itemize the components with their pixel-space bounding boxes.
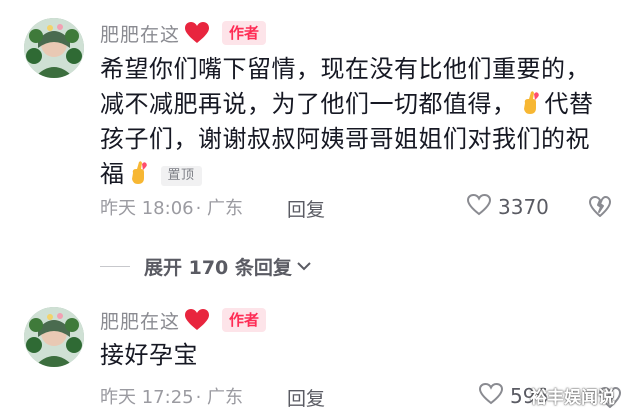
comment-line-part: 减不减肥再说，为了他们一切都值得， bbox=[100, 90, 517, 118]
comment-line-part: 福 bbox=[100, 160, 125, 188]
comment-line: 减不减肥再说，为了他们一切都值得， 代替 bbox=[100, 87, 630, 122]
expand-replies-label[interactable]: 展开 170 条回复 bbox=[144, 253, 292, 280]
heart-outline-icon bbox=[466, 193, 492, 221]
reply-button[interactable]: 回复 bbox=[287, 384, 325, 411]
location: · 广东 bbox=[195, 387, 244, 408]
divider bbox=[100, 265, 130, 267]
like-button[interactable]: 3370 bbox=[466, 193, 549, 221]
finger-heart-icon bbox=[128, 160, 150, 186]
like-count: 3370 bbox=[498, 195, 549, 219]
author-badge: 作者 bbox=[222, 308, 267, 332]
comment-header: 肥肥在这 作者 bbox=[100, 305, 267, 335]
comment-meta: 昨天 18:06 · 广东 bbox=[100, 193, 243, 221]
username[interactable]: 肥肥在这 bbox=[100, 20, 180, 47]
pinned-badge: 置顶 bbox=[160, 166, 202, 186]
comment-header: 肥肥在这 作者 bbox=[100, 18, 267, 48]
comment-line: 希望你们嘴下留情，现在没有比他们重要的， bbox=[100, 55, 590, 83]
comment-text: 希望你们嘴下留情，现在没有比他们重要的， 减不减肥再说，为了他们一切都值得， 代替… bbox=[100, 52, 630, 192]
chevron-down-icon bbox=[296, 257, 312, 276]
username[interactable]: 肥肥在这 bbox=[100, 307, 180, 334]
author-badge: 作者 bbox=[222, 21, 267, 45]
avatar[interactable] bbox=[24, 307, 84, 367]
comment-line: 福 置顶 bbox=[100, 157, 630, 192]
comment-line: 孩子们，谢谢叔叔阿姨哥哥姐姐们对我们的祝 bbox=[100, 125, 590, 153]
heart-icon bbox=[184, 308, 210, 332]
heart-icon bbox=[184, 21, 210, 45]
reply-button[interactable]: 回复 bbox=[287, 195, 325, 222]
comment-text: 接好孕宝 bbox=[100, 341, 198, 369]
watermark: 裕丰娱闻说 bbox=[530, 388, 615, 408]
comment-meta: 昨天 17:25 · 广东 bbox=[100, 382, 243, 410]
location: · 广东 bbox=[195, 198, 244, 219]
timestamp: 昨天 17:25 bbox=[100, 387, 194, 408]
broken-heart-icon[interactable] bbox=[588, 195, 612, 223]
finger-heart-icon bbox=[520, 90, 542, 116]
comment-line-part: 代替 bbox=[544, 90, 594, 118]
timestamp: 昨天 18:06 bbox=[100, 198, 194, 219]
expand-replies[interactable]: 展开 170 条回复 bbox=[100, 251, 312, 281]
heart-outline-icon bbox=[478, 382, 504, 410]
avatar[interactable] bbox=[24, 18, 84, 78]
